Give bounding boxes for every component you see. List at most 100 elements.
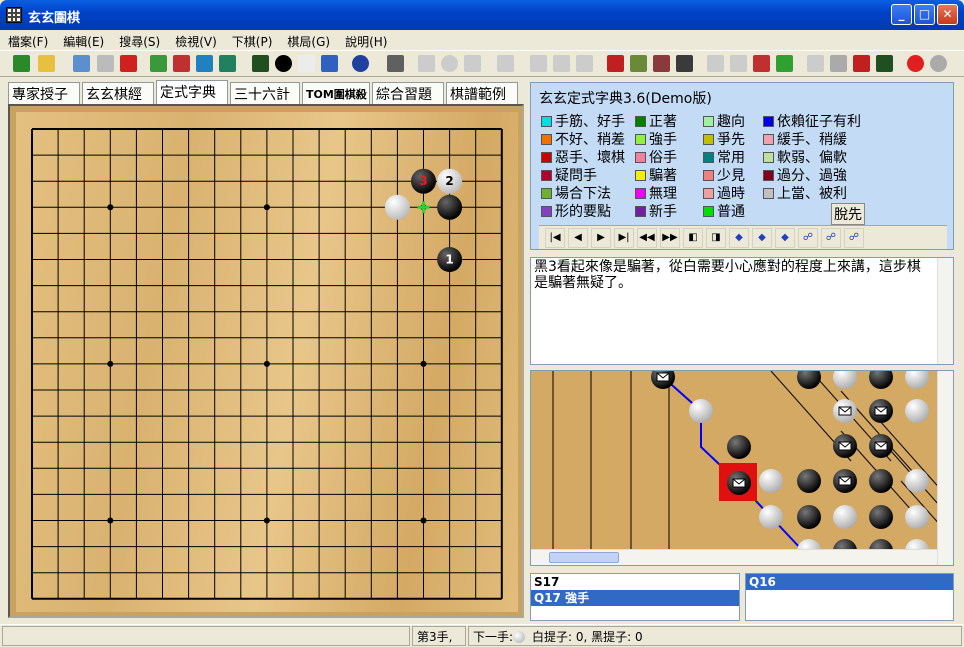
list-item[interactable]: S17 — [531, 574, 739, 590]
tree-node[interactable] — [759, 469, 783, 493]
swap-icon[interactable] — [321, 55, 338, 72]
search-icon[interactable] — [73, 55, 90, 72]
prev-branch-icon[interactable]: ◀◀ — [637, 228, 657, 248]
comment-scrollbar[interactable] — [937, 258, 953, 364]
tree-node[interactable] — [797, 469, 821, 493]
delete-icon[interactable] — [120, 55, 137, 72]
tree-node[interactable] — [869, 505, 893, 529]
tree-node[interactable] — [727, 435, 751, 459]
axis-icon[interactable] — [387, 55, 404, 72]
legend-label: 少見 — [717, 168, 745, 184]
new-game-icon[interactable] — [13, 55, 30, 72]
open-folder-icon[interactable] — [38, 55, 55, 72]
move-list-left[interactable]: S17 Q17 強手 — [530, 573, 740, 621]
board-blue-icon[interactable] — [196, 55, 213, 72]
board-icon[interactable] — [853, 55, 870, 72]
tree-node[interactable] — [905, 469, 929, 493]
next-move-icon[interactable]: ▶ — [591, 228, 611, 248]
panda-icon[interactable] — [876, 55, 893, 72]
legend-label: 過分、過強 — [777, 168, 847, 184]
move-list-right[interactable]: Q16 — [745, 573, 954, 621]
legend-label: 騙著 — [649, 168, 677, 184]
list-item[interactable]: Q16 — [746, 574, 953, 590]
menu-search[interactable]: 搜尋(S) — [111, 30, 167, 50]
tree-hscrollbar[interactable] — [531, 549, 937, 565]
board-green-icon[interactable] — [150, 55, 167, 72]
variation-tree[interactable] — [530, 370, 954, 566]
menu-play[interactable]: 下棋(P) — [224, 30, 280, 50]
maximize-button[interactable]: □ — [914, 4, 935, 25]
search-back-icon[interactable]: ☍ — [821, 228, 841, 248]
tab-36[interactable]: 三十六計 — [230, 82, 300, 104]
variation-down-icon[interactable]: ◆ — [752, 228, 772, 248]
legend-label: 疑問手 — [555, 168, 597, 184]
menu-view[interactable]: 檢視(V) — [167, 30, 224, 50]
alert-icon[interactable] — [907, 55, 924, 72]
tree-hscroll-thumb[interactable] — [549, 552, 619, 563]
tab-strip: 專家授子 玄玄棋經 定式字典 三十六計 TOM圍棋殺 綜合習題 棋譜範例 — [8, 80, 524, 104]
tree-vscrollbar[interactable] — [937, 371, 953, 565]
menu-file[interactable]: 檔案(F) — [0, 30, 55, 50]
check-icon[interactable] — [776, 55, 793, 72]
board-frame: 3 2 1 — [8, 104, 524, 618]
variation-up-icon[interactable]: ◆ — [729, 228, 749, 248]
tuoxian-button[interactable]: 脫先 — [831, 203, 865, 225]
prev-move-icon[interactable]: ◀ — [568, 228, 588, 248]
tree-node[interactable] — [833, 371, 857, 389]
next-branch-icon[interactable]: ▶▶ — [660, 228, 680, 248]
legend-swatch — [635, 170, 646, 181]
tree-node[interactable] — [759, 505, 783, 529]
undo-icon[interactable] — [352, 55, 369, 72]
tab-expert[interactable]: 專家授子 — [8, 82, 80, 104]
grid-icon[interactable] — [252, 55, 269, 72]
tree-node[interactable] — [797, 371, 821, 389]
tab-examples[interactable]: 棋譜範例 — [446, 82, 518, 104]
book-icon[interactable] — [607, 55, 624, 72]
go-board[interactable]: 3 2 1 — [16, 112, 518, 612]
tab-xuanxuan[interactable]: 玄玄棋經 — [82, 82, 154, 104]
stones-red-icon[interactable] — [653, 55, 670, 72]
star-point — [107, 517, 114, 524]
menu-help[interactable]: 說明(H) — [337, 30, 394, 50]
tree-graph[interactable] — [531, 371, 953, 565]
comment-next-icon[interactable]: ◨ — [706, 228, 726, 248]
close-button[interactable]: ✕ — [937, 4, 958, 25]
coordinates-icon[interactable] — [298, 55, 315, 72]
stones-icon[interactable] — [630, 55, 647, 72]
tree-node[interactable] — [905, 399, 929, 423]
tree-node[interactable] — [797, 505, 821, 529]
legend-swatch — [703, 170, 714, 181]
variation-left-icon[interactable]: ◆ — [775, 228, 795, 248]
tree-node[interactable] — [905, 371, 929, 389]
stone-number: 2 — [445, 174, 453, 188]
minimize-button[interactable]: _ — [891, 4, 912, 25]
number-stone-icon[interactable] — [275, 55, 292, 72]
tab-exercises[interactable]: 綜合習題 — [372, 82, 444, 104]
first-move-icon[interactable]: |◀ — [545, 228, 565, 248]
tab-joseki[interactable]: 定式字典 — [156, 80, 228, 104]
board-grid[interactable]: 3 2 1 — [16, 112, 518, 612]
search-forward-icon[interactable]: ☍ — [798, 228, 818, 248]
black-stone[interactable] — [437, 194, 463, 220]
legend-swatch — [763, 152, 774, 163]
comment-prev-icon[interactable]: ◧ — [683, 228, 703, 248]
tree-node[interactable] — [869, 371, 893, 389]
menu-edit[interactable]: 編輯(E) — [55, 30, 111, 50]
calculator-icon[interactable] — [219, 55, 236, 72]
save-icon[interactable] — [97, 55, 114, 72]
white-stone[interactable] — [384, 194, 410, 220]
tree-node[interactable] — [905, 505, 929, 529]
tree-node[interactable] — [869, 469, 893, 493]
tree-node[interactable] — [689, 399, 713, 423]
tree-node[interactable] — [833, 505, 857, 529]
list-item[interactable]: Q17 強手 — [531, 590, 739, 606]
search-all-icon[interactable]: ☍ — [844, 228, 864, 248]
last-move-icon[interactable]: ▶| — [614, 228, 634, 248]
legend-item: 過時 — [703, 183, 745, 203]
stones-up-icon[interactable] — [676, 55, 693, 72]
tab-tom[interactable]: TOM圍棋殺 — [302, 82, 370, 104]
list-icon[interactable] — [753, 55, 770, 72]
comment-box[interactable]: 黑3看起來像是騙著，從白需要小心應對的程度上來講，這步棋是騙著無疑了。 — [530, 257, 954, 365]
menu-game[interactable]: 棋局(G) — [279, 30, 337, 50]
board-red-icon[interactable] — [173, 55, 190, 72]
